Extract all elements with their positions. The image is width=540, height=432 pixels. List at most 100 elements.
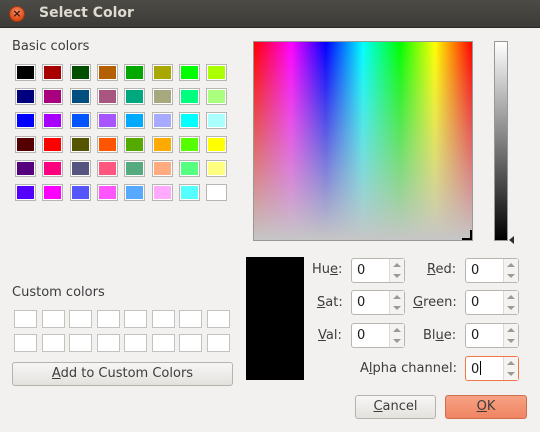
cancel-button[interactable]: Cancel bbox=[355, 395, 436, 419]
basic-color-swatch[interactable] bbox=[69, 64, 91, 81]
basic-color-swatch[interactable] bbox=[206, 112, 228, 129]
custom-color-slot[interactable] bbox=[124, 310, 147, 328]
custom-color-slot[interactable] bbox=[179, 334, 202, 352]
basic-color-swatch[interactable] bbox=[96, 184, 118, 201]
basic-color-swatch[interactable] bbox=[151, 136, 173, 153]
hue-up-icon[interactable] bbox=[393, 263, 401, 267]
basic-color-swatch[interactable] bbox=[151, 184, 173, 201]
ok-button[interactable]: OK bbox=[445, 395, 527, 419]
basic-color-swatch[interactable] bbox=[178, 160, 200, 177]
basic-color-swatch[interactable] bbox=[206, 136, 228, 153]
sat-label: Sat: bbox=[317, 295, 343, 310]
sat-down-icon[interactable] bbox=[393, 306, 401, 310]
basic-color-swatch[interactable] bbox=[178, 64, 200, 81]
alpha-down-icon[interactable] bbox=[507, 372, 515, 376]
basic-color-swatch[interactable] bbox=[96, 136, 118, 153]
basic-color-swatch[interactable] bbox=[124, 160, 146, 177]
val-value: 0 bbox=[357, 328, 366, 343]
basic-color-swatch[interactable] bbox=[124, 136, 146, 153]
basic-color-swatch[interactable] bbox=[69, 112, 91, 129]
basic-color-swatch[interactable] bbox=[96, 64, 118, 81]
custom-color-slot[interactable] bbox=[151, 334, 175, 352]
basic-color-swatch[interactable] bbox=[151, 112, 173, 129]
basic-color-swatch[interactable] bbox=[42, 64, 64, 81]
value-slider-arrow-icon[interactable] bbox=[509, 236, 514, 244]
basic-color-swatch[interactable] bbox=[96, 88, 118, 105]
green-down-icon[interactable] bbox=[507, 306, 515, 310]
custom-color-slot[interactable] bbox=[179, 310, 202, 328]
custom-color-slot[interactable] bbox=[69, 334, 92, 352]
basic-color-swatch[interactable] bbox=[15, 184, 36, 201]
basic-color-swatch[interactable] bbox=[151, 64, 173, 81]
alpha-value: 0 bbox=[471, 361, 482, 377]
basic-color-swatch[interactable] bbox=[206, 88, 228, 105]
hue-saturation-picker[interactable] bbox=[253, 41, 473, 241]
custom-color-slot[interactable] bbox=[96, 310, 120, 328]
blue-down-icon[interactable] bbox=[507, 339, 515, 343]
green-up-icon[interactable] bbox=[507, 295, 515, 299]
basic-color-swatch[interactable] bbox=[124, 88, 146, 105]
sat-up-icon[interactable] bbox=[393, 295, 401, 299]
basic-color-swatch[interactable] bbox=[124, 64, 146, 81]
hue-down-icon[interactable] bbox=[393, 274, 401, 278]
custom-color-slot[interactable] bbox=[124, 334, 147, 352]
basic-color-swatch[interactable] bbox=[42, 160, 64, 177]
red-spinbox[interactable]: 0 bbox=[465, 258, 519, 283]
blue-up-icon[interactable] bbox=[507, 328, 515, 332]
custom-color-slot[interactable] bbox=[41, 334, 65, 352]
val-down-icon[interactable] bbox=[393, 339, 401, 343]
basic-color-swatch[interactable] bbox=[178, 136, 200, 153]
basic-color-swatch[interactable] bbox=[42, 112, 64, 129]
custom-color-slot[interactable] bbox=[96, 334, 120, 352]
alpha-spinbox[interactable]: 0 bbox=[465, 356, 519, 381]
basic-color-swatch[interactable] bbox=[124, 184, 146, 201]
basic-color-swatch[interactable] bbox=[206, 160, 228, 177]
val-up-icon[interactable] bbox=[393, 328, 401, 332]
basic-color-swatch[interactable] bbox=[178, 184, 200, 201]
hue-value: 0 bbox=[357, 263, 366, 278]
basic-color-swatch[interactable] bbox=[69, 136, 91, 153]
custom-color-slot[interactable] bbox=[14, 334, 37, 352]
add-to-custom-colors-button[interactable]: Add to Custom Colors bbox=[12, 362, 233, 386]
close-icon[interactable]: × bbox=[9, 6, 25, 22]
basic-color-swatch[interactable] bbox=[178, 112, 200, 129]
custom-color-slot[interactable] bbox=[206, 310, 230, 328]
basic-color-swatch[interactable] bbox=[151, 160, 173, 177]
basic-color-swatch[interactable] bbox=[15, 88, 36, 105]
blue-spinbox[interactable]: 0 bbox=[465, 323, 519, 348]
val-spinbox[interactable]: 0 bbox=[351, 323, 405, 348]
value-slider[interactable] bbox=[494, 41, 508, 241]
title-bar: × Select Color bbox=[0, 0, 540, 28]
basic-color-swatch[interactable] bbox=[206, 184, 228, 201]
basic-color-swatch[interactable] bbox=[178, 88, 200, 105]
custom-color-slot[interactable] bbox=[151, 310, 175, 328]
custom-color-slot[interactable] bbox=[14, 310, 37, 328]
basic-color-swatch[interactable] bbox=[151, 88, 173, 105]
red-up-icon[interactable] bbox=[507, 263, 515, 267]
basic-color-swatch[interactable] bbox=[69, 160, 91, 177]
custom-color-slot[interactable] bbox=[69, 310, 92, 328]
basic-color-swatch[interactable] bbox=[124, 112, 146, 129]
basic-color-swatch[interactable] bbox=[96, 112, 118, 129]
basic-color-swatch[interactable] bbox=[96, 160, 118, 177]
basic-color-swatch[interactable] bbox=[42, 136, 64, 153]
green-label: Green: bbox=[413, 295, 457, 310]
custom-color-slot[interactable] bbox=[206, 334, 230, 352]
green-spinbox[interactable]: 0 bbox=[465, 290, 519, 315]
basic-color-swatch[interactable] bbox=[42, 88, 64, 105]
alpha-up-icon[interactable] bbox=[507, 361, 515, 365]
sat-spinbox[interactable]: 0 bbox=[351, 290, 405, 315]
basic-color-swatch[interactable] bbox=[206, 64, 228, 81]
custom-color-slot[interactable] bbox=[41, 310, 65, 328]
red-down-icon[interactable] bbox=[507, 274, 515, 278]
basic-color-swatch[interactable] bbox=[15, 64, 36, 81]
basic-color-swatch[interactable] bbox=[15, 160, 36, 177]
basic-color-swatch[interactable] bbox=[42, 184, 64, 201]
hue-spinbox[interactable]: 0 bbox=[351, 258, 405, 283]
alpha-label: Alpha channel: bbox=[360, 361, 457, 376]
basic-color-swatch[interactable] bbox=[69, 184, 91, 201]
basic-color-swatch[interactable] bbox=[15, 136, 36, 153]
basic-color-swatch[interactable] bbox=[15, 112, 36, 129]
text-caret bbox=[480, 361, 482, 375]
basic-color-swatch[interactable] bbox=[69, 88, 91, 105]
